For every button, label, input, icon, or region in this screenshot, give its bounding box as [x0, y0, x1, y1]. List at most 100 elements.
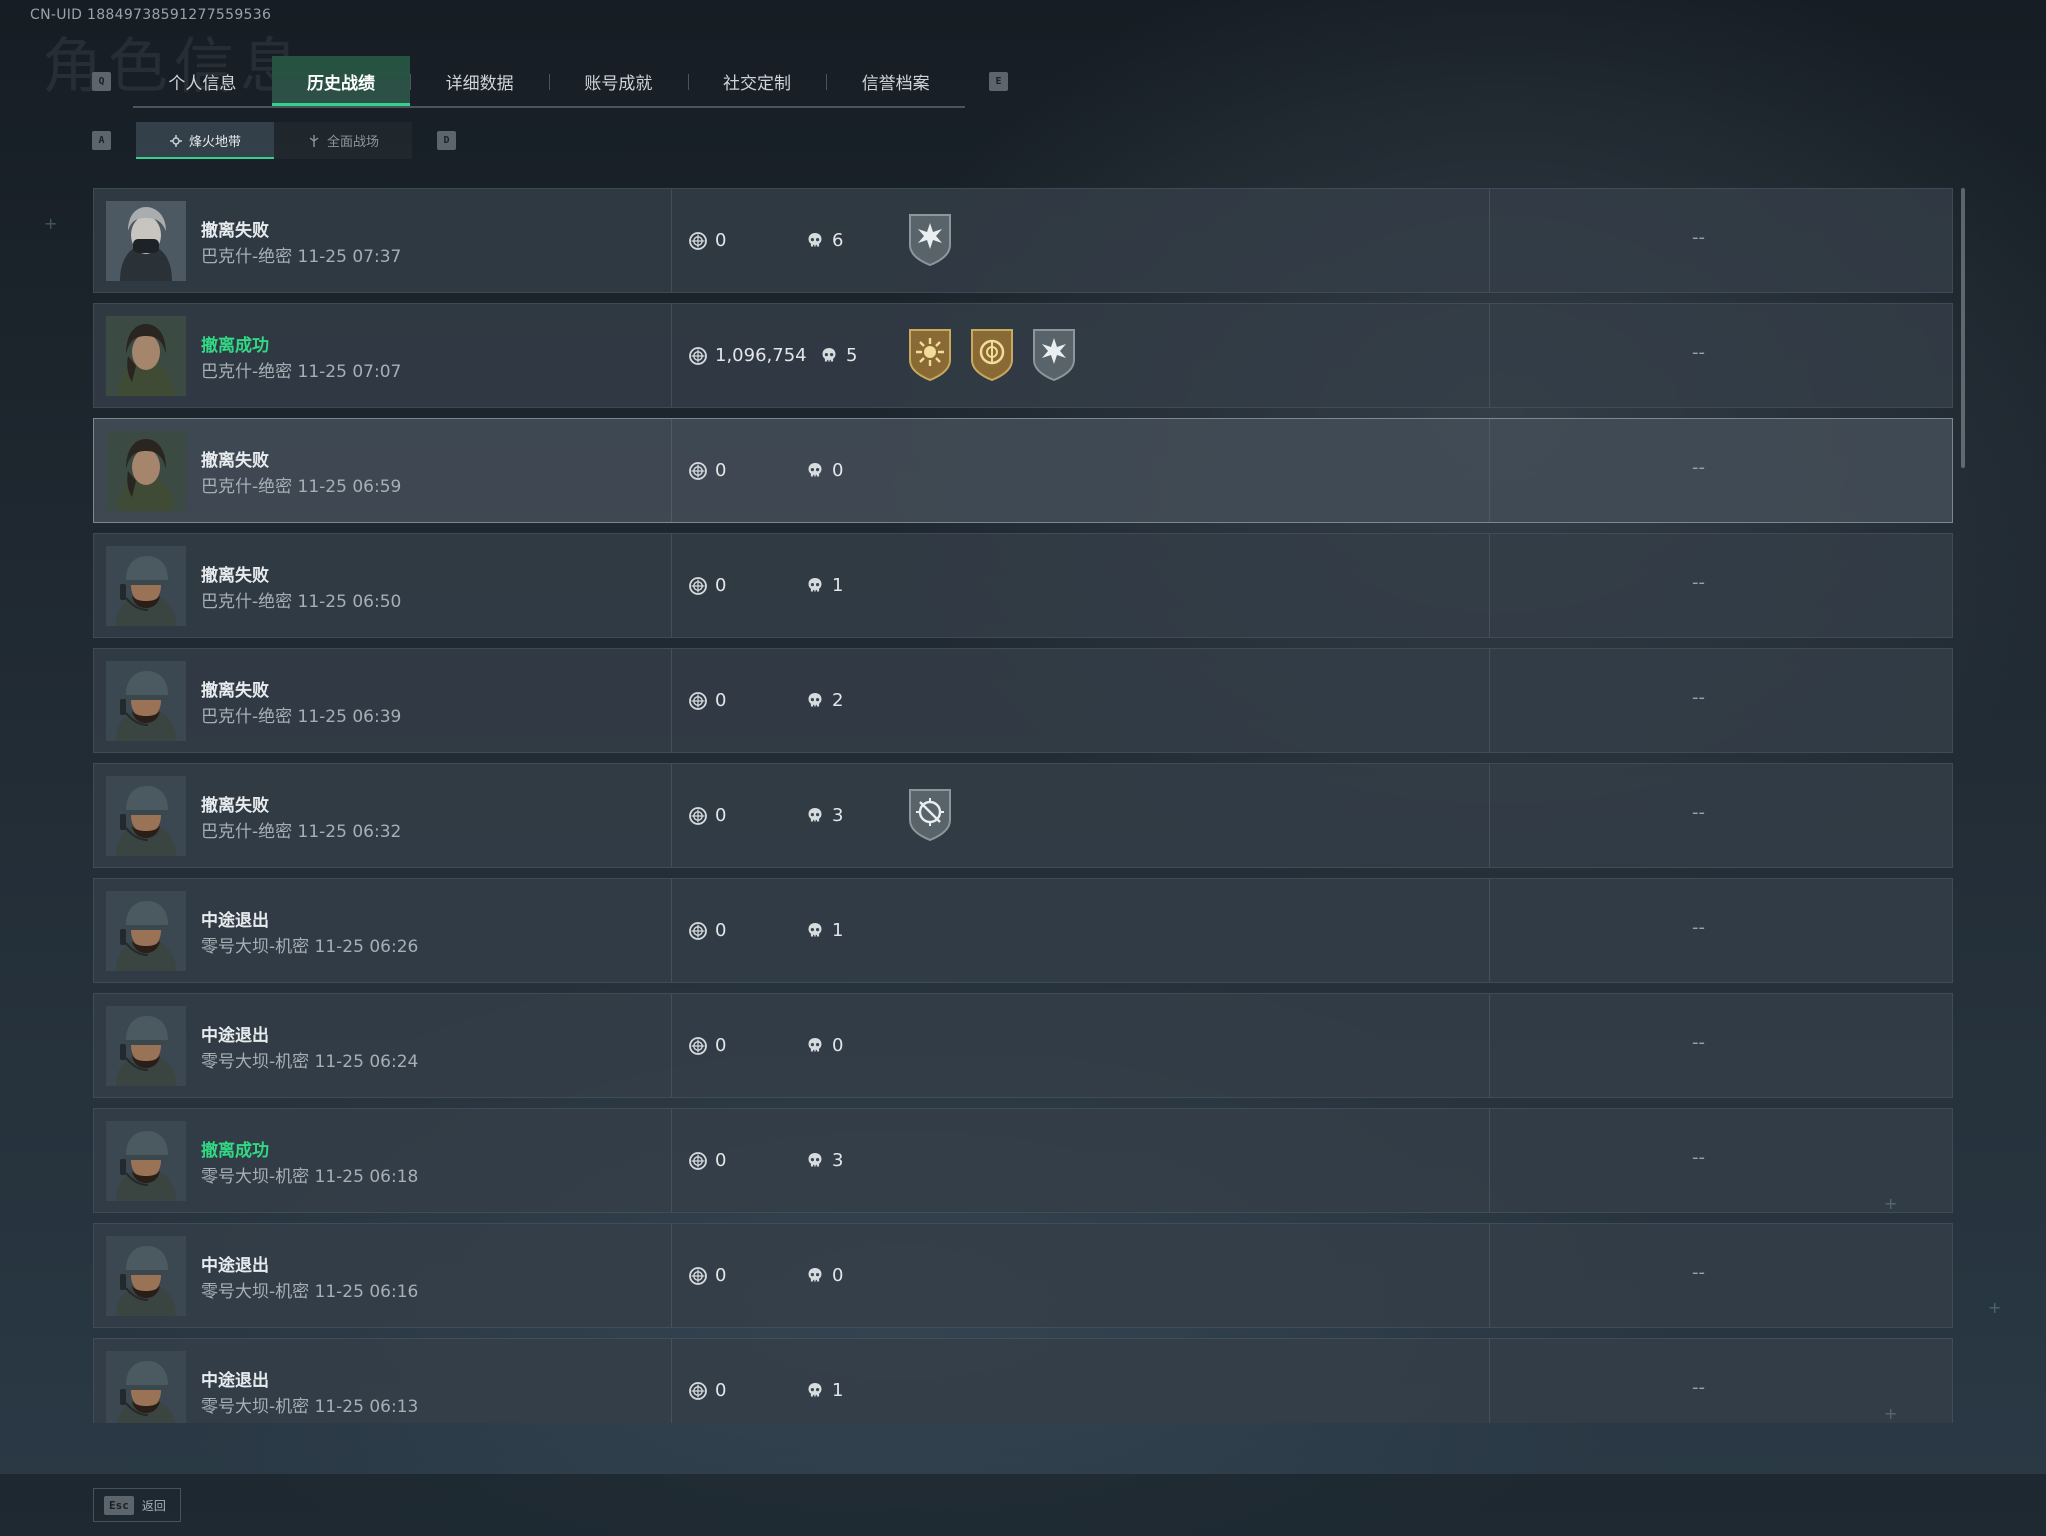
- kills-stat: 1: [805, 575, 843, 596]
- skull-icon: [808, 922, 822, 936]
- value-stat: 0: [688, 920, 726, 941]
- avatar: [106, 1236, 186, 1316]
- column-divider: [1489, 534, 1490, 637]
- value-amount: 0: [715, 1035, 727, 1056]
- coin-icon: [689, 231, 707, 250]
- next-tab-key-hint[interactable]: E: [989, 72, 1008, 91]
- avatar: [106, 661, 186, 741]
- value-stat: 1,096,754: [688, 345, 807, 366]
- next-subtab-key-hint[interactable]: D: [437, 131, 456, 150]
- tab-label: 社交定制: [723, 73, 792, 94]
- match-map-time: 巴克什-绝密 11-25 07:37: [201, 247, 402, 267]
- match-result: 撤离失败: [201, 221, 269, 241]
- subtab-full-battlefield[interactable]: 全面战场: [274, 122, 412, 159]
- extra-value: --: [1692, 1032, 1705, 1053]
- column-divider: [671, 304, 672, 407]
- decor-cross: +: [1988, 1298, 2002, 1317]
- match-result: 中途退出: [201, 911, 269, 931]
- coin-icon: [689, 806, 707, 825]
- column-divider: [671, 879, 672, 982]
- kill-count: 0: [832, 1035, 844, 1056]
- tab-label: 信誉档案: [861, 73, 930, 94]
- kills-stat: 0: [805, 1265, 843, 1286]
- kills-stat: 1: [805, 1380, 843, 1401]
- subtab-flame-zone[interactable]: 烽火地带: [136, 122, 274, 159]
- column-divider: [671, 419, 672, 522]
- match-row[interactable]: 撤离失败 巴克什-绝密 11-25 06:39 0 2 --: [93, 648, 1953, 753]
- column-divider: [671, 1109, 672, 1212]
- column-divider: [1489, 1109, 1490, 1212]
- column-divider: [1489, 419, 1490, 522]
- match-map-time: 零号大坝-机密 11-25 06:26: [201, 937, 419, 957]
- column-divider: [1489, 764, 1490, 867]
- value-stat: 0: [688, 230, 726, 251]
- prev-tab-key-hint[interactable]: Q: [92, 72, 111, 91]
- extra-value: --: [1692, 457, 1705, 478]
- extra-value: --: [1692, 572, 1705, 593]
- skull-icon: [808, 1037, 822, 1051]
- kills-stat: 6: [805, 230, 843, 251]
- star-badge-icon: [909, 214, 951, 267]
- subtab-label: 烽火地带: [188, 135, 241, 150]
- tab-achievements[interactable]: 账号成就: [549, 56, 688, 106]
- kill-count: 1: [832, 920, 844, 941]
- prev-subtab-key-hint[interactable]: A: [92, 131, 111, 150]
- tab-reputation[interactable]: 信誉档案: [826, 56, 965, 106]
- coin-icon: [689, 1151, 707, 1170]
- column-divider: [671, 1224, 672, 1327]
- skull-icon: [808, 232, 822, 246]
- match-row[interactable]: 撤离失败 巴克什-绝密 11-25 06:50 0 1 --: [93, 533, 1953, 638]
- match-row[interactable]: 撤离成功 巴克什-绝密 11-25 07:07 1,096,754 5 --: [93, 303, 1953, 408]
- value-stat: 0: [688, 1035, 726, 1056]
- value-amount: 0: [715, 1265, 727, 1286]
- kill-count: 2: [832, 690, 844, 711]
- match-result: 中途退出: [201, 1371, 269, 1391]
- list-scrollbar[interactable]: [1961, 188, 1965, 468]
- extra-value: --: [1692, 1147, 1705, 1168]
- skull-icon: [808, 692, 822, 706]
- match-row[interactable]: 中途退出 零号大坝-机密 11-25 06:13 0 1 --: [93, 1338, 1953, 1423]
- skull-icon: [808, 462, 822, 476]
- star-badge-icon: [1033, 329, 1075, 382]
- tab-match-history[interactable]: 历史战绩: [271, 56, 411, 106]
- match-row[interactable]: 中途退出 零号大坝-机密 11-25 06:16 0 0 --: [93, 1223, 1953, 1328]
- column-divider: [671, 649, 672, 752]
- tab-personal-info[interactable]: 个人信息: [133, 56, 272, 106]
- decor-cross: +: [1884, 1404, 1898, 1423]
- tab-social-custom[interactable]: 社交定制: [687, 56, 827, 106]
- kills-stat: 3: [805, 1150, 843, 1171]
- skull-icon: [808, 1152, 822, 1166]
- badge-group: [906, 211, 954, 267]
- column-divider: [1489, 189, 1490, 292]
- decor-cross: +: [1884, 1194, 1898, 1213]
- match-history-list[interactable]: 撤离失败 巴克什-绝密 11-25 07:37 0 6 -- 撤离成功 巴克什-…: [93, 188, 1953, 1423]
- match-row[interactable]: 中途退出 零号大坝-机密 11-25 06:24 0 0 --: [93, 993, 1953, 1098]
- avatar: [106, 431, 186, 511]
- value-stat: 0: [688, 460, 726, 481]
- match-map-time: 巴克什-绝密 11-25 06:32: [201, 822, 402, 842]
- skull-icon: [808, 1267, 822, 1281]
- column-divider: [1489, 994, 1490, 1097]
- avatar: [106, 1351, 186, 1423]
- match-row[interactable]: 中途退出 零号大坝-机密 11-25 06:26 0 1 --: [93, 878, 1953, 983]
- kill-count: 0: [832, 460, 844, 481]
- avatar: [106, 1121, 186, 1201]
- match-map-time: 零号大坝-机密 11-25 06:18: [201, 1167, 419, 1187]
- match-result: 撤离成功: [201, 336, 269, 356]
- decor-cross: +: [44, 214, 58, 233]
- column-divider: [671, 534, 672, 637]
- match-result: 撤离成功: [201, 1141, 269, 1161]
- match-row[interactable]: 撤离成功 零号大坝-机密 11-25 06:18 0 3 --: [93, 1108, 1953, 1213]
- match-row[interactable]: 撤离失败 巴克什-绝密 11-25 07:37 0 6 --: [93, 188, 1953, 293]
- match-map-time: 零号大坝-机密 11-25 06:13: [201, 1397, 419, 1417]
- kills-stat: 2: [805, 690, 843, 711]
- match-row[interactable]: 撤离失败 巴克什-绝密 11-25 06:32 0 3 --: [93, 763, 1953, 868]
- coin-icon: [689, 1381, 707, 1400]
- extra-value: --: [1692, 1262, 1705, 1283]
- value-stat: 0: [688, 1380, 726, 1401]
- match-row[interactable]: 撤离失败 巴克什-绝密 11-25 06:59 0 0 --: [93, 418, 1953, 523]
- tab-detailed-data[interactable]: 详细数据: [410, 56, 549, 106]
- kills-stat: 3: [805, 805, 843, 826]
- value-amount: 0: [715, 1150, 727, 1171]
- back-button[interactable]: Esc 返回: [93, 1488, 181, 1522]
